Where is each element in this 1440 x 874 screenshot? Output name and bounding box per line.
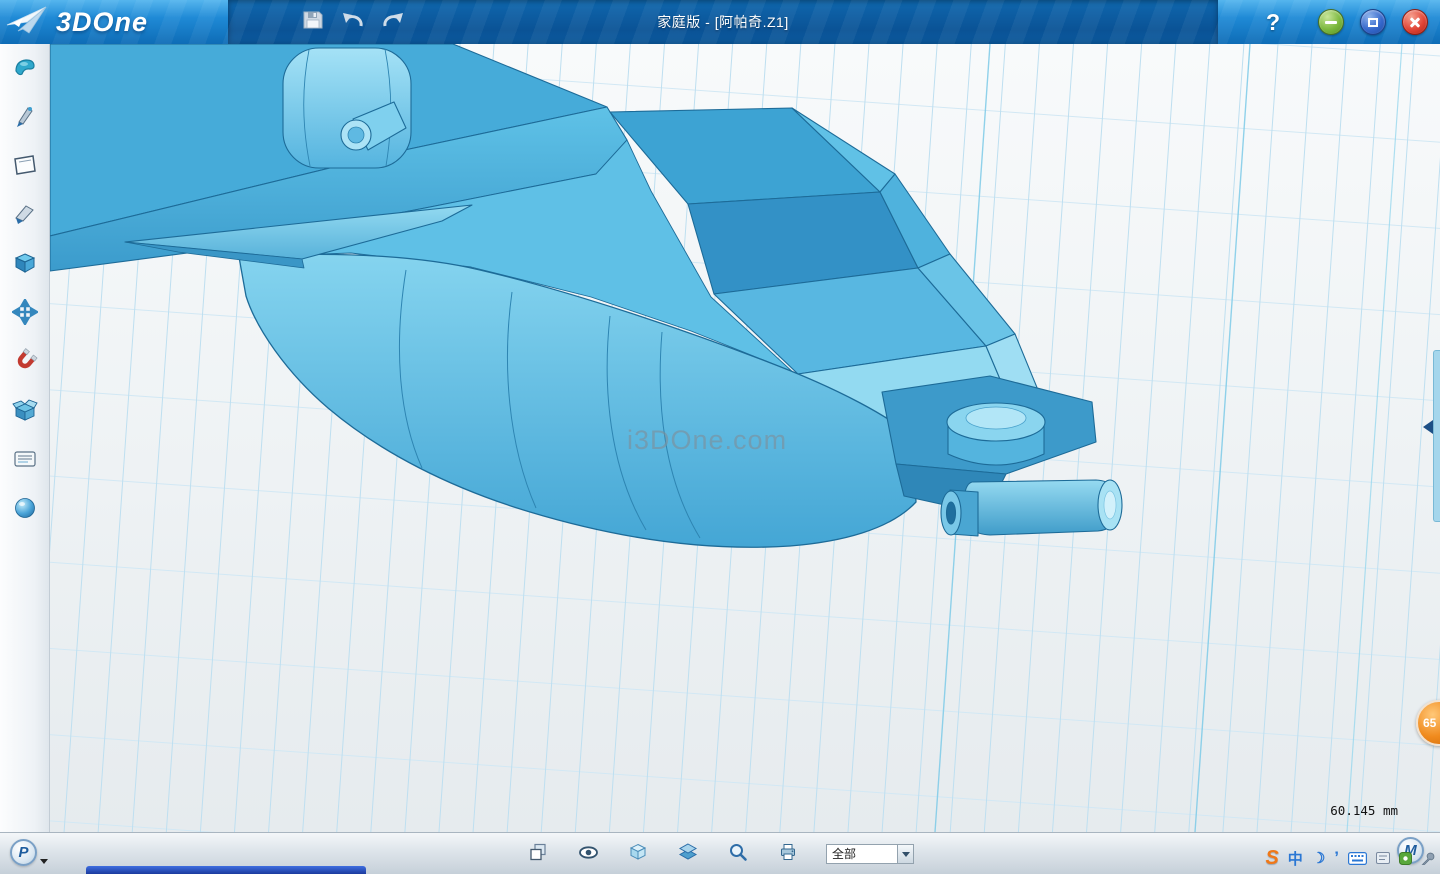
measure-ruler-icon	[12, 446, 38, 477]
title-bar: 家庭版 - [阿帕奇.Z1] 3DOne	[0, 0, 1440, 44]
floppy-save-icon	[302, 9, 324, 36]
quick-toolbar	[300, 0, 406, 44]
sidebar-tool-assembly[interactable]	[11, 399, 39, 425]
sidebar-tool-solid-feature[interactable]	[11, 252, 39, 278]
settings-wrench-icon[interactable]	[1421, 851, 1436, 866]
visibility-eye-icon	[578, 842, 599, 867]
redo-arrow-icon	[381, 10, 405, 35]
redo-button[interactable]	[380, 9, 406, 35]
punctuation-icon[interactable]: ’	[1334, 848, 1339, 868]
brand-text: 3DOne	[56, 7, 148, 38]
taskbar-peek[interactable]	[86, 866, 366, 874]
profile-badge[interactable]: P	[10, 839, 37, 866]
undo-button[interactable]	[340, 9, 366, 35]
system-tray: S 中 ☽ ’	[1265, 845, 1436, 871]
app-window: 家庭版 - [阿帕奇.Z1] 3DOne	[0, 0, 1440, 874]
right-edge-strip[interactable]	[1433, 350, 1440, 522]
fullwidth-moon-icon[interactable]: ☽	[1312, 849, 1325, 867]
sidebar-tool-trim[interactable]	[11, 203, 39, 229]
assembly-box-icon	[12, 397, 38, 428]
sidebar-tool-magnet[interactable]	[11, 350, 39, 376]
trim-tool-icon	[12, 201, 38, 232]
sketch-plane-icon	[12, 152, 38, 183]
zoom-search-button[interactable]	[726, 842, 750, 866]
sidebar-tool-material[interactable]	[11, 497, 39, 523]
layers-icon	[678, 842, 698, 867]
window-title: 家庭版 - [阿帕奇.Z1]	[657, 12, 788, 32]
window-controls	[1318, 9, 1428, 35]
watermark: i3DOne.com	[627, 425, 787, 456]
soft-keyboard-icon[interactable]	[1348, 852, 1367, 865]
print-button[interactable]	[776, 842, 800, 866]
minimize-icon	[1325, 21, 1337, 24]
dropdown-arrow-icon[interactable]	[897, 845, 913, 863]
datum-plane-icon	[528, 842, 548, 867]
profile-caret-icon[interactable]	[40, 859, 48, 864]
primitive-shape-icon	[12, 54, 38, 85]
material-sphere-icon	[12, 495, 38, 526]
panel-collapse-arrow-icon[interactable]	[1423, 420, 1433, 434]
sidebar-tool-sketch-plane[interactable]	[11, 154, 39, 180]
close-button[interactable]	[1402, 9, 1428, 35]
view-cube-icon	[628, 842, 648, 867]
sketch-pen-icon	[12, 103, 38, 134]
visibility-button[interactable]	[576, 842, 600, 866]
datum-plane-button[interactable]	[526, 842, 550, 866]
restore-icon	[1368, 18, 1378, 27]
language-indicator[interactable]: 中	[1288, 848, 1303, 869]
display-filter-value: 全部	[827, 845, 897, 863]
sidebar-tool-primitive[interactable]	[11, 56, 39, 82]
paper-plane-icon	[6, 4, 48, 41]
measurement-label: 60.145 mm	[1330, 803, 1398, 818]
save-button[interactable]	[300, 9, 326, 35]
plugin-icon[interactable]	[1399, 852, 1412, 865]
print-icon	[778, 842, 798, 867]
undo-arrow-icon	[341, 10, 365, 35]
sidebar-tool-sketch-pen[interactable]	[11, 105, 39, 131]
help-button[interactable]: ?	[1258, 0, 1288, 44]
solid-feature-cube-icon	[12, 250, 38, 281]
viewport[interactable]: i3DOne.com 60.145 mm 65	[50, 44, 1440, 832]
layers-button[interactable]	[676, 842, 700, 866]
left-toolbar	[0, 44, 50, 832]
model-nose-turret	[882, 376, 1122, 536]
sogou-input-icon[interactable]: S	[1265, 847, 1278, 870]
zoom-search-icon	[728, 842, 748, 867]
magnet-constraint-icon	[12, 348, 38, 379]
sidebar-tool-measure[interactable]	[11, 448, 39, 474]
app-logo: 3DOne	[6, 0, 148, 44]
restore-button[interactable]	[1360, 9, 1386, 35]
view-cube-button[interactable]	[626, 842, 650, 866]
minimize-button[interactable]	[1318, 9, 1344, 35]
display-filter-select[interactable]: 全部	[826, 844, 914, 864]
view-toolbar: 全部	[526, 833, 914, 874]
move-tool-icon	[12, 299, 38, 330]
sidebar-tool-move[interactable]	[11, 301, 39, 327]
input-panel-icon[interactable]	[1376, 852, 1390, 864]
close-icon	[1408, 15, 1422, 29]
